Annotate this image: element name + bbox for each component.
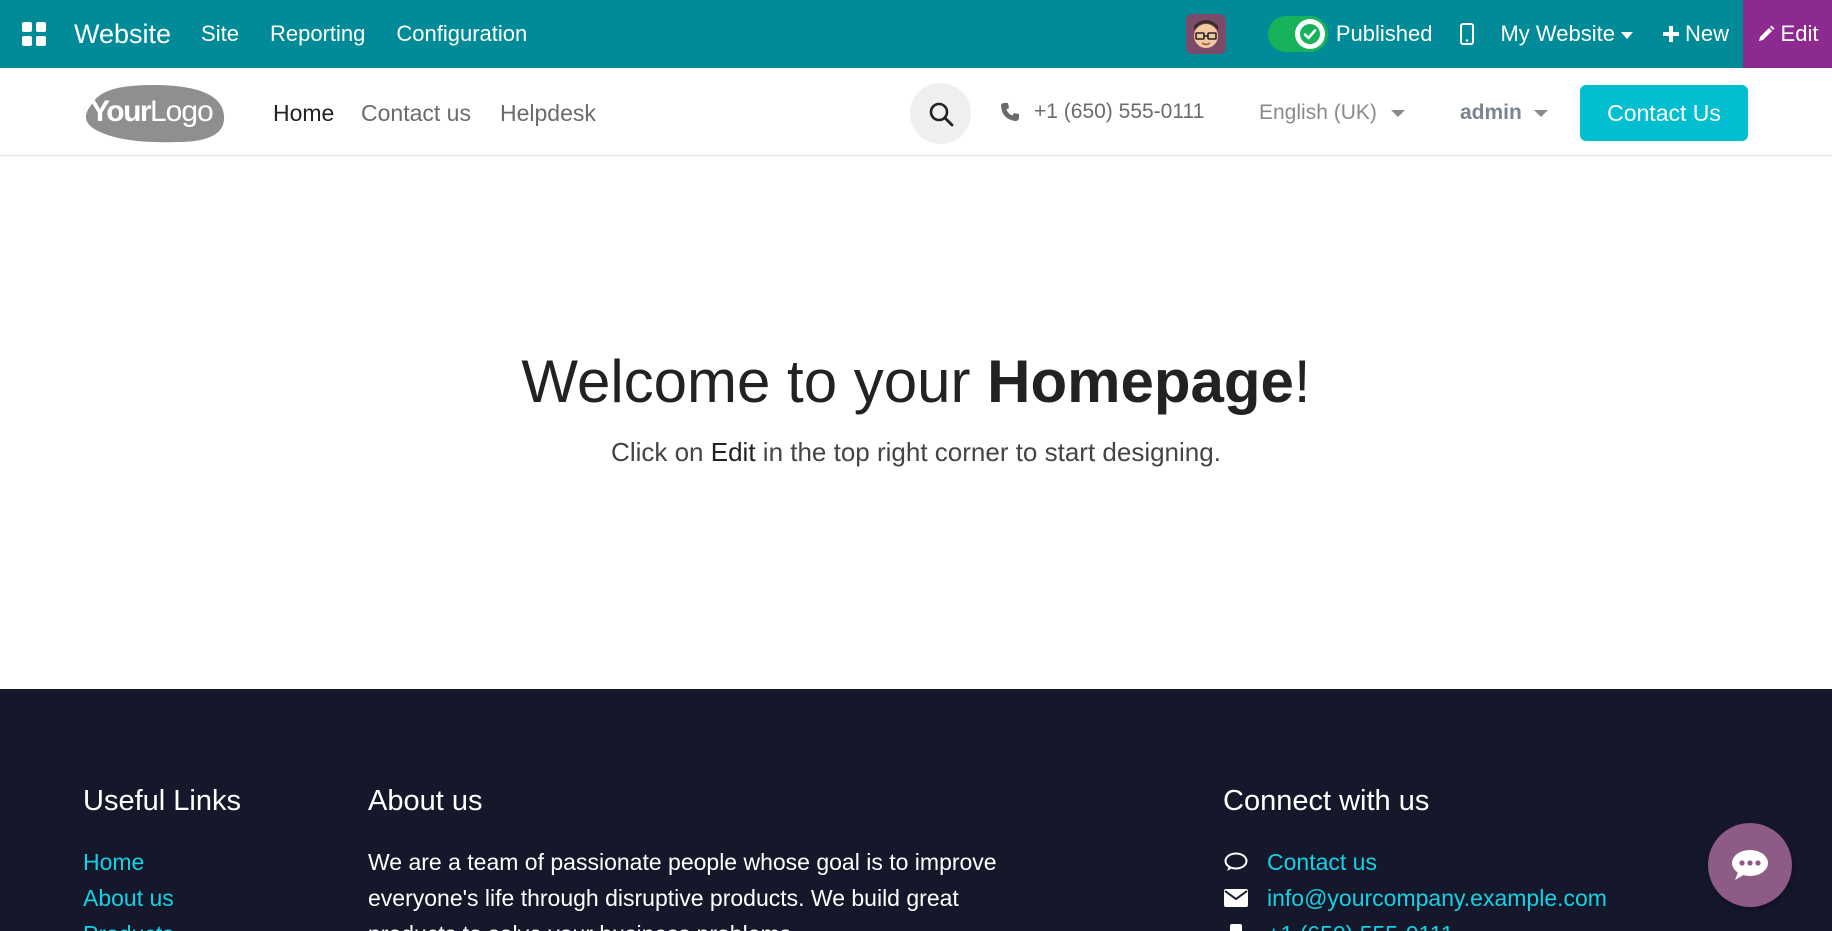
your-logo-icon: Your Logo <box>85 84 225 143</box>
menu-reporting[interactable]: Reporting <box>270 21 365 47</box>
publish-toggle-knob <box>1294 19 1325 49</box>
footer-connect: Connect with us Contact us info@yourcomp… <box>1223 785 1607 931</box>
footer-useful-links-title: Useful Links <box>83 785 241 817</box>
new-button-label: New <box>1684 21 1729 46</box>
footer-useful-links: Useful Links Home About us Products <box>83 785 241 931</box>
pencil-icon <box>1758 25 1775 41</box>
search-button[interactable] <box>910 83 971 144</box>
caret-down-icon <box>1620 31 1633 39</box>
footer-email-link: info@yourcompany.example.com <box>1267 885 1607 911</box>
app-brand[interactable]: Website <box>74 19 171 50</box>
user-name: admin <box>1460 101 1522 124</box>
envelope-icon <box>1223 889 1249 907</box>
published-label[interactable]: Published <box>1336 21 1433 47</box>
site-logo[interactable]: Your Logo <box>82 82 226 144</box>
site-header: Your Logo Home Contact us Helpdesk +1 (6… <box>0 68 1832 156</box>
hero-sub-prefix: Click on <box>611 437 711 467</box>
footer-connect-phone[interactable]: +1 (650) 555-0111 <box>1223 916 1607 931</box>
caret-down-icon <box>1533 109 1548 117</box>
hero-title-suffix: ! <box>1293 348 1311 415</box>
apps-grid-icon <box>22 22 46 46</box>
caret-down-icon <box>1390 109 1405 117</box>
publish-toggle[interactable] <box>1267 16 1328 52</box>
footer-connect-title: Connect with us <box>1223 785 1430 817</box>
language-selector[interactable]: English (UK) <box>1259 101 1405 125</box>
footer-contact-link: Contact us <box>1267 849 1377 875</box>
footer-about-text: We are a team of passionate people whose… <box>368 849 997 931</box>
footer-about: About us We are a team of passionate peo… <box>368 785 1048 931</box>
nav-helpdesk[interactable]: Helpdesk <box>500 100 596 127</box>
mobile-phone-icon <box>1460 23 1475 45</box>
new-button[interactable]: New <box>1662 21 1729 47</box>
chat-icon <box>1732 850 1768 880</box>
user-menu[interactable]: admin <box>1460 101 1548 125</box>
user-avatar[interactable] <box>1185 14 1226 54</box>
language-label: English (UK) <box>1259 101 1377 124</box>
live-chat-button[interactable] <box>1708 823 1792 907</box>
svg-text:Your: Your <box>90 95 152 128</box>
hero-sub-suffix: in the top right corner to start designi… <box>755 437 1221 467</box>
header-phone[interactable]: +1 (650) 555-0111 <box>1000 100 1204 124</box>
admin-topbar: Website Site Reporting Configuration Pub… <box>0 0 1832 68</box>
header-phone-number: +1 (650) 555-0111 <box>1034 100 1205 123</box>
mobile-preview-button[interactable] <box>1460 23 1475 45</box>
website-switcher-label: My Website <box>1500 21 1615 46</box>
hero-subtitle: Click on Edit in the top right corner to… <box>0 437 1832 468</box>
footer-link-about-us[interactable]: About us <box>83 880 241 916</box>
hero-title-bold: Homepage <box>987 348 1294 415</box>
nav-contact-us[interactable]: Contact us <box>361 100 471 127</box>
edit-button-label: Edit <box>1780 21 1819 46</box>
mobile-phone-icon <box>1223 923 1249 931</box>
hero-section: Welcome to your Homepage! Click on Edit … <box>0 157 1832 689</box>
footer-phone-link: +1 (650) 555-0111 <box>1267 916 1453 931</box>
check-icon <box>1299 24 1320 44</box>
apps-menu-button[interactable] <box>0 0 68 68</box>
footer-connect-contact[interactable]: Contact us <box>1223 844 1607 880</box>
hero-title: Welcome to your Homepage! <box>0 347 1832 416</box>
hero-title-prefix: Welcome to your <box>521 348 988 415</box>
footer-link-home[interactable]: Home <box>83 844 241 880</box>
phone-icon <box>1001 103 1019 121</box>
search-icon <box>929 102 953 126</box>
plus-icon <box>1662 26 1679 42</box>
footer-about-title: About us <box>368 785 483 817</box>
contact-us-button[interactable]: Contact Us <box>1580 85 1748 141</box>
edit-button[interactable]: Edit <box>1743 0 1832 68</box>
nav-home[interactable]: Home <box>273 100 334 127</box>
menu-site[interactable]: Site <box>201 21 239 47</box>
site-footer: Useful Links Home About us Products Abou… <box>0 689 1832 931</box>
menu-configuration[interactable]: Configuration <box>396 21 527 47</box>
footer-connect-email[interactable]: info@yourcompany.example.com <box>1223 880 1607 916</box>
hero-sub-emphasis: Edit <box>710 437 756 467</box>
footer-link-products[interactable]: Products <box>83 916 241 931</box>
comment-icon <box>1223 851 1249 873</box>
avatar-face-icon <box>1187 16 1224 52</box>
svg-text:Logo: Logo <box>150 95 213 128</box>
website-switcher[interactable]: My Website <box>1500 21 1633 47</box>
